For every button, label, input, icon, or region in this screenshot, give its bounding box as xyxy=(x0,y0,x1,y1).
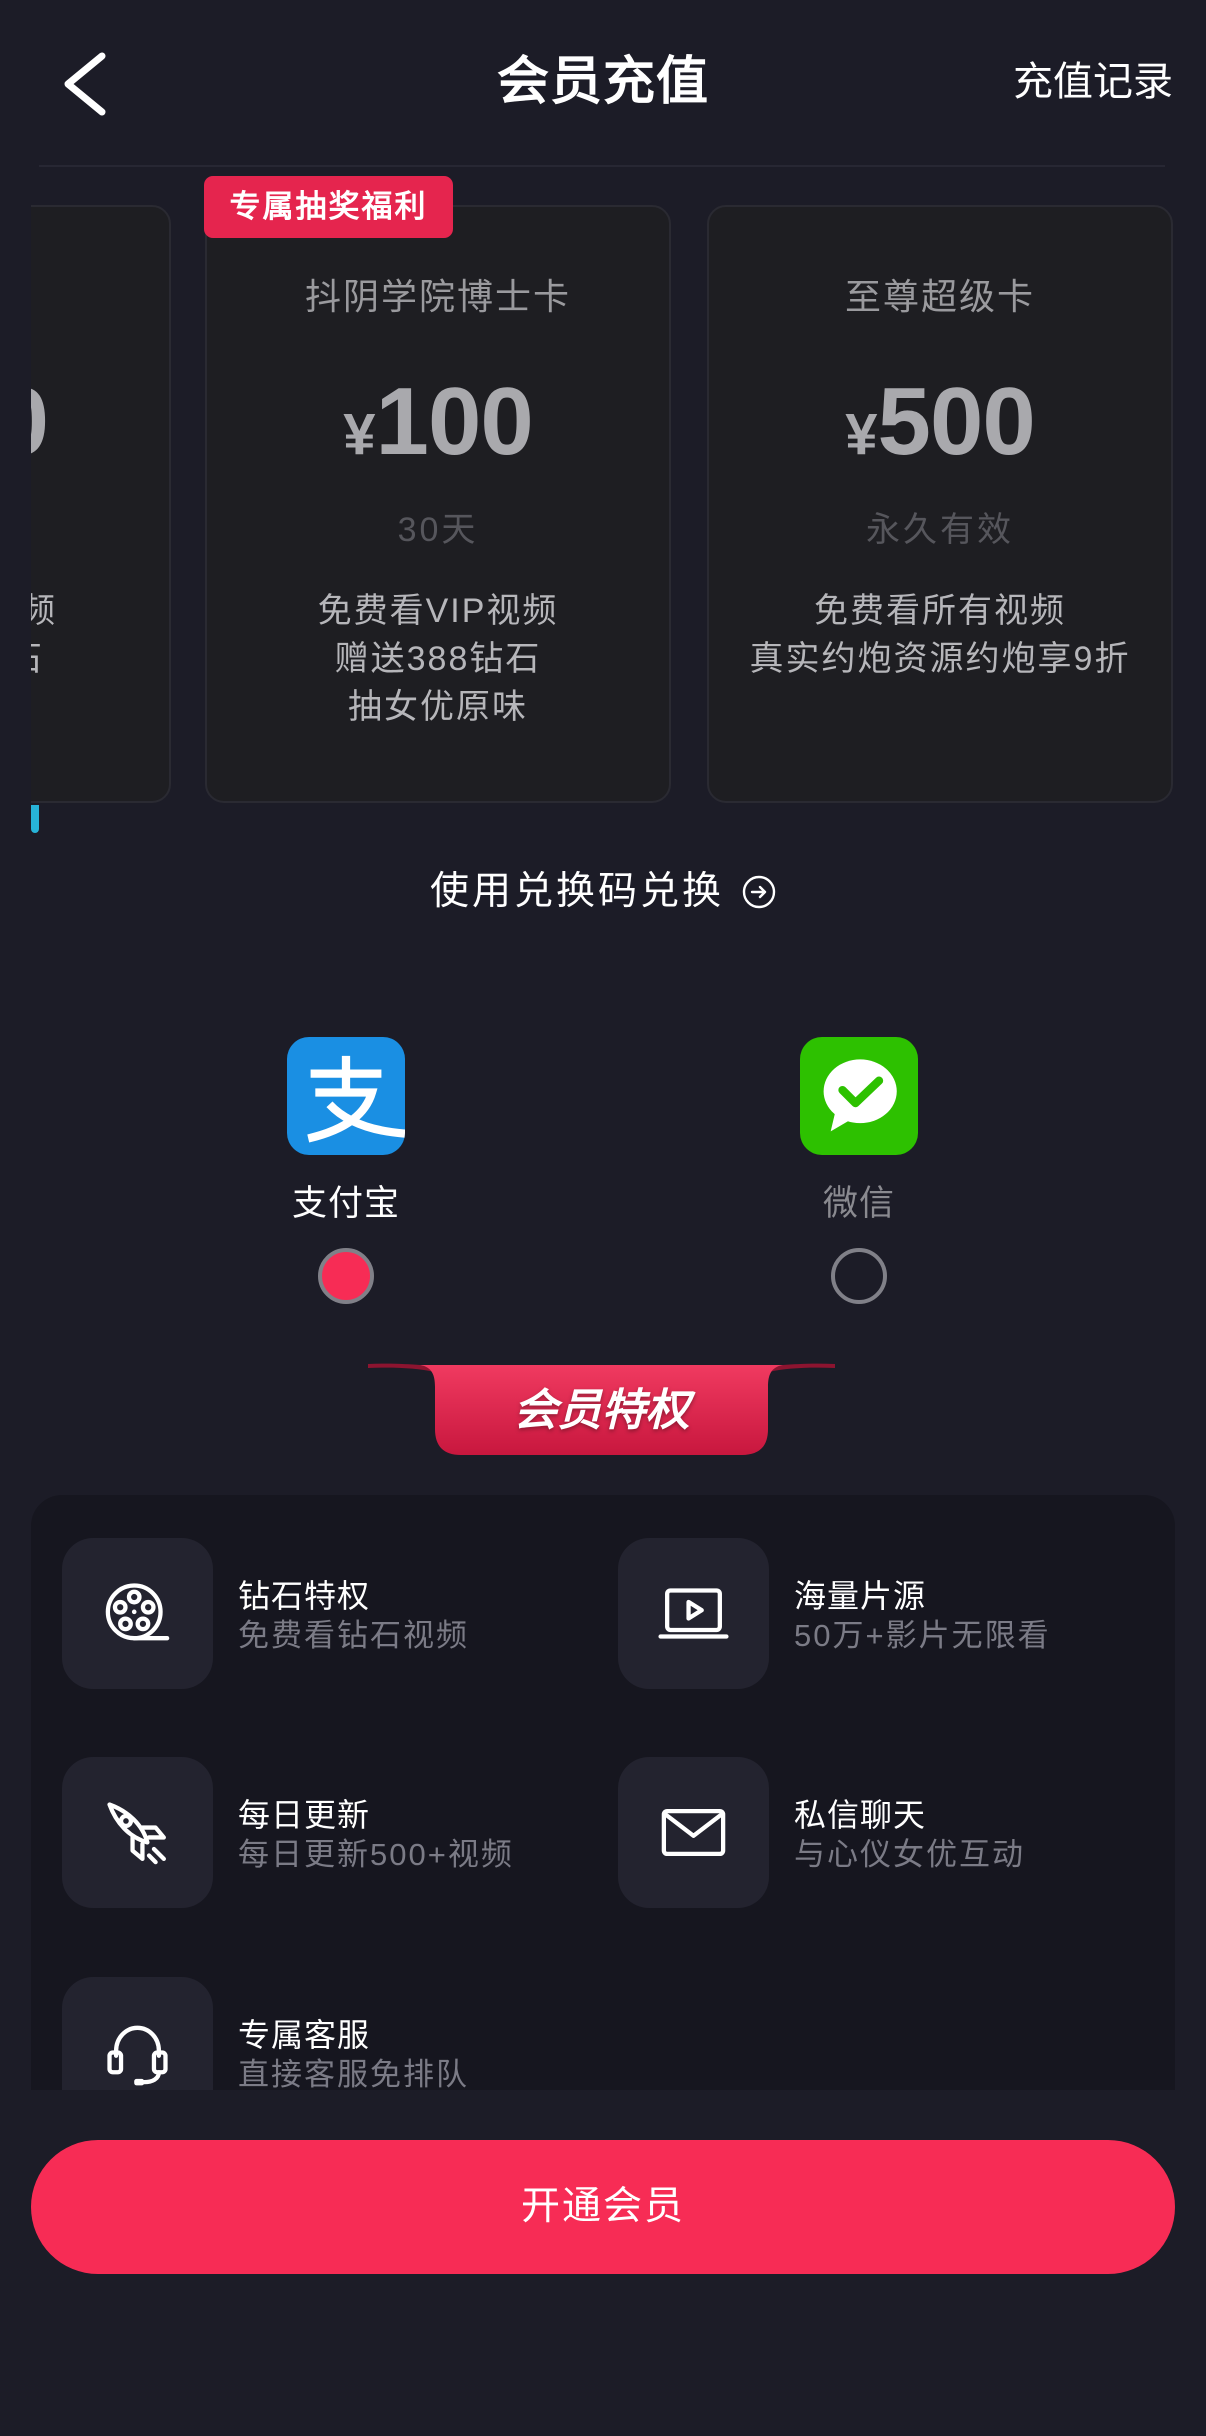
price-amount: 100 xyxy=(375,368,534,475)
plan-benefit: 抽女优原味 xyxy=(348,688,528,726)
plan-carousel[interactable]: 0 频 石 专属抽奖福利 抖阴学院博士卡 ¥100 30天 免费看VIP视频 赠… xyxy=(31,176,1206,846)
video-screen-icon xyxy=(618,1538,769,1689)
payment-label: 支付宝 xyxy=(291,1184,400,1223)
privilege-title: 海量片源 xyxy=(794,1578,927,1614)
plan-card-partial[interactable]: 0 频 石 xyxy=(31,205,171,803)
currency-symbol: ¥ xyxy=(845,402,878,467)
plan-duration: 永久有效 xyxy=(866,511,1014,549)
privilege-item: 海量片源 50万+影片无限看 xyxy=(618,1538,1158,1689)
header-divider xyxy=(39,165,1165,167)
arrow-right-circle-icon xyxy=(742,875,776,909)
plan-benefit: 免费看所有视频 xyxy=(814,592,1066,630)
privilege-subtitle: 每日更新500+视频 xyxy=(238,1837,514,1872)
privileges-title: 会员特权 xyxy=(513,1386,690,1435)
chevron-left-icon xyxy=(64,52,106,116)
privileges-panel: 钻石特权 免费看钻石视频 海量片源 50万+影片无限看 每日更新 每日更新500… xyxy=(31,1495,1175,2090)
price-amount: 500 xyxy=(877,368,1036,475)
recharge-page: 会员充值 充值记录 0 频 石 专属抽奖福利 抖阴学院博士卡 ¥100 30天 … xyxy=(0,0,1206,2436)
payment-label: 微信 xyxy=(822,1184,895,1223)
redeem-code-link[interactable]: 使用兑换码兑换 xyxy=(430,868,776,916)
plan-benefit-fragment: 频 xyxy=(31,592,55,630)
payment-radio-alipay[interactable] xyxy=(318,1248,374,1304)
envelope-icon xyxy=(618,1757,769,1908)
privilege-item: 专属客服 直接客服免排队 xyxy=(62,1977,602,2090)
plan-name: 至尊超级卡 xyxy=(844,276,1035,317)
privilege-title: 钻石特权 xyxy=(238,1578,371,1614)
privilege-subtitle: 免费看钻石视频 xyxy=(238,1618,469,1653)
film-reel-icon xyxy=(62,1538,213,1689)
privilege-item: 每日更新 每日更新500+视频 xyxy=(62,1757,602,1908)
privilege-subtitle: 直接客服免排队 xyxy=(238,2057,469,2090)
plan-card-doctor[interactable]: 专属抽奖福利 抖阴学院博士卡 ¥100 30天 免费看VIP视频 赠送388钻石… xyxy=(204,176,671,803)
plan-benefit-fragment: 石 xyxy=(31,635,42,683)
redeem-row: 使用兑换码兑换 xyxy=(0,868,1206,916)
plan-price: ¥100 xyxy=(207,367,669,477)
carousel-indicator xyxy=(31,805,39,833)
privilege-title: 每日更新 xyxy=(238,1797,371,1833)
open-membership-button[interactable]: 开通会员 xyxy=(31,2140,1175,2274)
plan-card-supreme[interactable]: 至尊超级卡 ¥500 永久有效 免费看所有视频 真实约炮资源约炮享9折 xyxy=(707,205,1173,803)
privileges-scroll-area[interactable]: 钻石特权 免费看钻石视频 海量片源 50万+影片无限看 每日更新 每日更新500… xyxy=(31,1495,1175,2090)
alipay-icon xyxy=(287,1037,405,1155)
plan-name: 抖阴学院博士卡 xyxy=(304,276,571,317)
plan-benefits: 免费看所有视频 真实约炮资源约炮享9折 xyxy=(709,587,1171,683)
privilege-title: 专属客服 xyxy=(238,2017,371,2053)
recharge-records-link[interactable]: 充值记录 xyxy=(1013,60,1173,104)
plan-price-fragment: 0 xyxy=(31,367,49,477)
plan-benefit: 赠送388钻石 xyxy=(334,640,542,678)
plan-price: ¥500 xyxy=(709,367,1171,477)
rocket-icon xyxy=(62,1757,213,1908)
payment-option-wechat[interactable]: 微信 xyxy=(739,1037,979,1307)
privileges-banner: 会员特权 xyxy=(368,1363,835,1456)
payment-radio-wechat[interactable] xyxy=(831,1248,887,1304)
privilege-subtitle: 50万+影片无限看 xyxy=(794,1618,1051,1653)
headset-icon xyxy=(62,1977,213,2090)
privilege-subtitle: 与心仪女优互动 xyxy=(794,1837,1025,1872)
privilege-item: 私信聊天 与心仪女优互动 xyxy=(618,1757,1158,1908)
redeem-label: 使用兑换码兑换 xyxy=(429,870,724,913)
plan-benefit: 免费看VIP视频 xyxy=(317,592,559,630)
payment-option-alipay[interactable]: 支付宝 xyxy=(226,1037,466,1307)
currency-symbol: ¥ xyxy=(343,402,376,467)
plan-benefit: 真实约炮资源约炮享9折 xyxy=(749,640,1131,678)
plan-duration: 30天 xyxy=(397,511,479,549)
back-button[interactable] xyxy=(56,48,116,120)
page-title: 会员充值 xyxy=(496,53,709,111)
privilege-item: 钻石特权 免费看钻石视频 xyxy=(62,1538,602,1689)
privilege-title: 私信聊天 xyxy=(794,1797,927,1833)
plan-benefits: 免费看VIP视频 赠送388钻石 抽女优原味 xyxy=(207,587,669,731)
wechat-pay-icon xyxy=(800,1037,918,1155)
plan-badge: 专属抽奖福利 xyxy=(204,176,453,238)
